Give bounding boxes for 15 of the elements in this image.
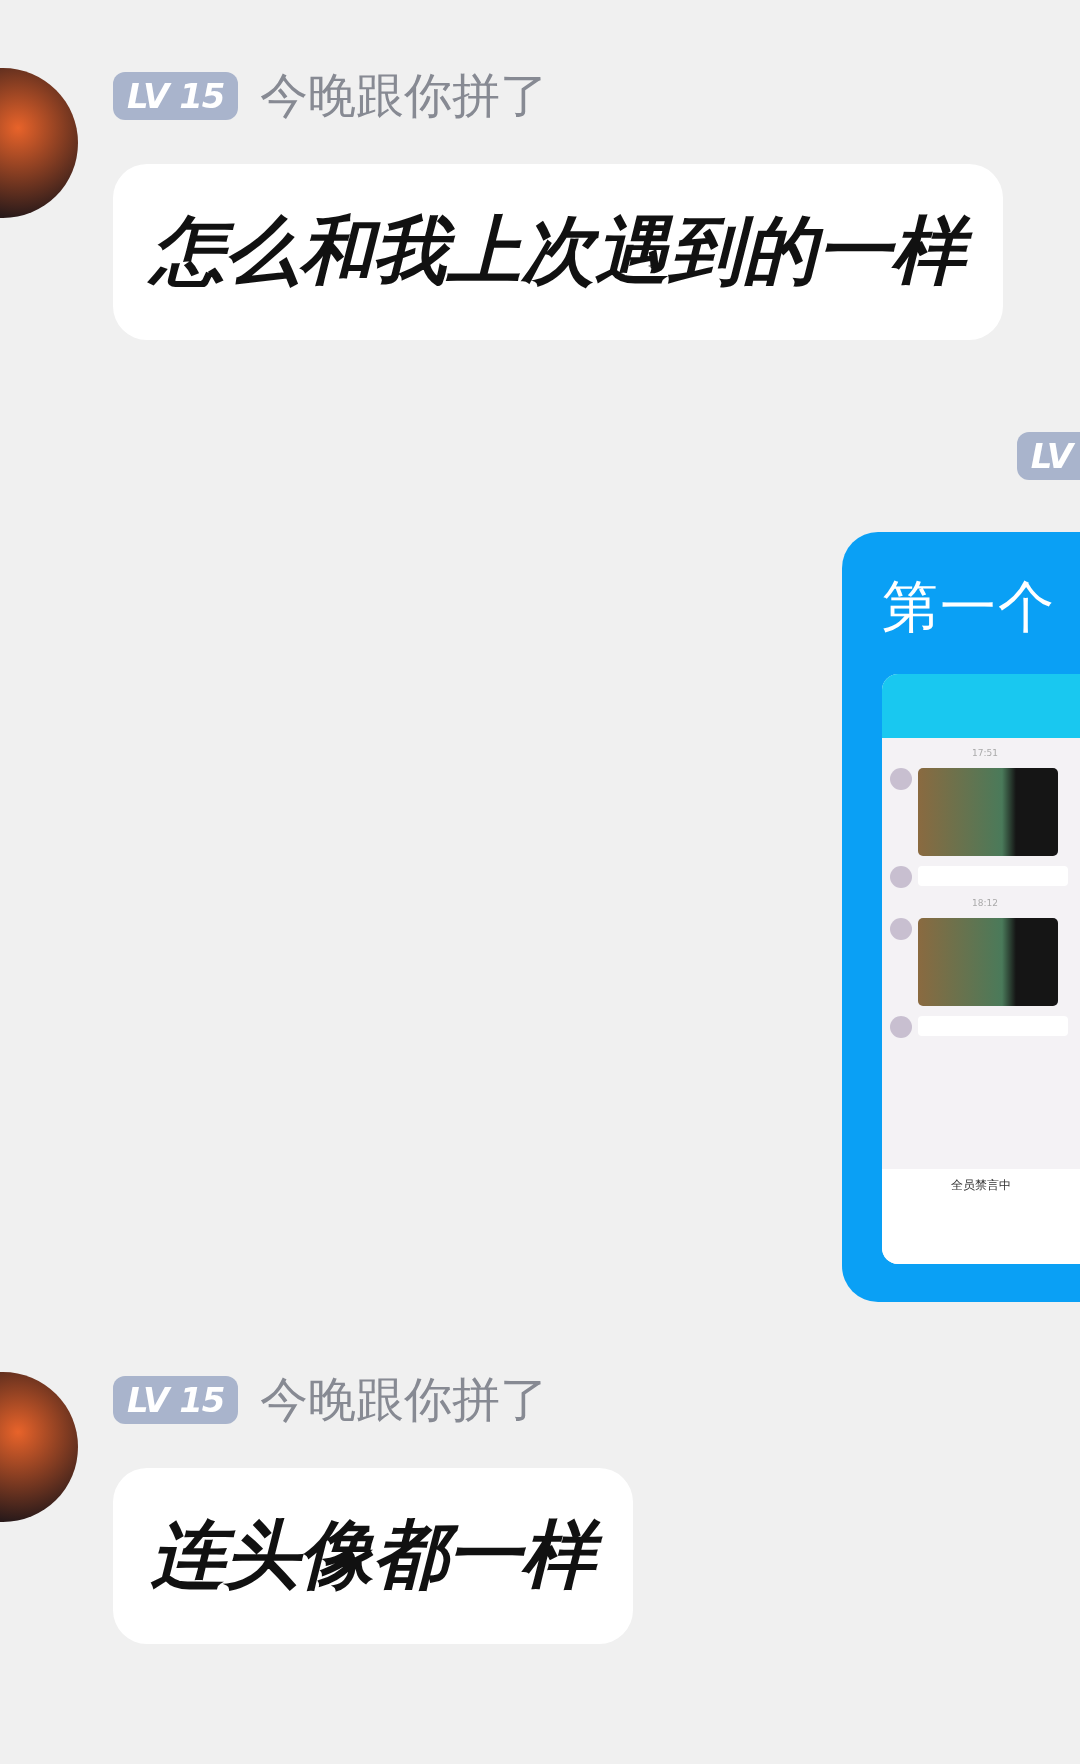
level-badge: LV 15 bbox=[113, 72, 239, 120]
user-name: 今晚跟你拼了 bbox=[260, 1370, 549, 1429]
avatar-circle bbox=[890, 918, 912, 940]
timestamp: 17:51 bbox=[971, 748, 999, 758]
user-name: 今晚跟你拼了 bbox=[260, 66, 549, 125]
message-bubble: 怎么和我上次遇到的一样 bbox=[113, 164, 1003, 340]
timestamp: 18:12 bbox=[971, 898, 999, 908]
avatar-circle bbox=[890, 1016, 912, 1038]
card-title: 第一个 bbox=[882, 573, 1057, 641]
avatar-circle bbox=[890, 866, 912, 888]
level-badge: LV 15 bbox=[113, 1376, 239, 1424]
level-badge: LV bbox=[1016, 432, 1080, 480]
avatar-circle bbox=[890, 768, 912, 790]
notice-text: 全员禁言中 bbox=[882, 1169, 1080, 1202]
message-bubble: 连头像都一样 bbox=[113, 1468, 633, 1644]
